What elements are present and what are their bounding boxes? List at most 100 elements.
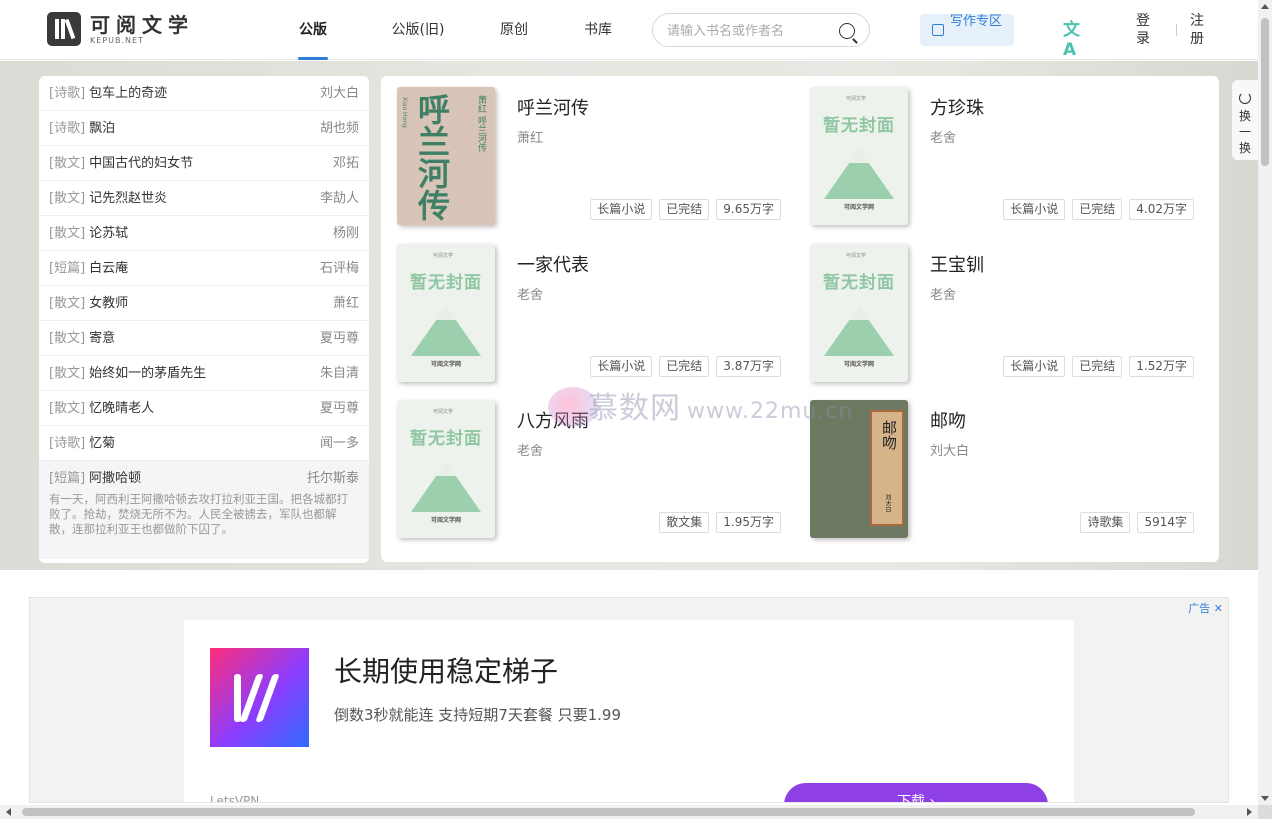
top-header: 可阅文学 KEPUB.NET 公版 公版(旧) 原创 书库 写作专区 文A 登录… bbox=[0, 0, 1258, 60]
book-author[interactable]: 萧红 bbox=[517, 127, 543, 146]
scroll-thumb[interactable] bbox=[22, 808, 1195, 816]
ad-banner[interactable]: 广告 ✕ 长期使用稳定梯子 倒数3秒就能连 支持短期7天套餐 只要1.99 Le… bbox=[29, 597, 1229, 803]
search-input[interactable] bbox=[667, 21, 837, 41]
list-item[interactable]: [短篇] 白云庵 石评梅 bbox=[39, 251, 369, 286]
list-item[interactable]: [诗歌] 包车上的奇迹 刘大白 bbox=[39, 76, 369, 111]
cover-placeholder-text: 暂无封面 bbox=[410, 273, 482, 293]
genre-tag: 长篇小说 bbox=[590, 199, 653, 220]
book-title[interactable]: 邮吻 bbox=[930, 407, 966, 433]
ad-content[interactable]: 长期使用稳定梯子 倒数3秒就能连 支持短期7天套餐 只要1.99 LetsVPN… bbox=[184, 620, 1074, 802]
book-cover[interactable]: 可阅文学 暂无封面 可阅文学网 bbox=[810, 244, 908, 382]
main-nav: 公版 公版(旧) 原创 书库 bbox=[290, 0, 618, 60]
book-title[interactable]: 呼兰河传 bbox=[517, 94, 589, 120]
list-item[interactable]: [诗歌] 忆菊 闻一多 bbox=[39, 426, 369, 461]
genre-tag: 长篇小说 bbox=[1003, 199, 1066, 220]
wordcount-tag: 1.95万字 bbox=[716, 512, 781, 533]
nav-tab-library[interactable]: 书库 bbox=[578, 0, 618, 60]
list-item-author: 胡也频 bbox=[319, 121, 359, 136]
list-item-title: 白云庵 bbox=[89, 261, 129, 276]
scroll-up-icon[interactable] bbox=[1261, 4, 1269, 9]
list-item-category: [短篇] bbox=[49, 261, 86, 276]
list-item-featured[interactable]: [短篇] 阿撒哈顿 托尔斯泰 有一天，阿西利王阿撒哈顿去攻打拉利亚王国。把各城都打败… bbox=[39, 461, 369, 559]
cover-text: 萧红 呼兰河传 bbox=[476, 95, 486, 152]
cover-placeholder-text: 暂无封面 bbox=[410, 429, 482, 449]
list-item-title: 女教师 bbox=[89, 296, 129, 311]
ad-download-button[interactable]: 下载 › bbox=[784, 783, 1048, 802]
cover-footer: 可阅文学网 bbox=[430, 517, 461, 524]
cover-brand: 可阅文学 bbox=[433, 409, 454, 415]
list-item[interactable]: [散文] 忆晚晴老人 夏丏尊 bbox=[39, 391, 369, 426]
book-card[interactable]: 可阅文学 暂无封面 可阅文学网 一家代表 老舍 长篇小说 已完结 3.87万字 bbox=[381, 233, 781, 382]
list-item-category: [短篇] bbox=[49, 471, 86, 486]
book-author[interactable]: 老舍 bbox=[517, 440, 543, 459]
write-zone-button[interactable]: 写作专区 bbox=[920, 14, 1014, 46]
cover-footer: 可阅文学网 bbox=[430, 361, 461, 368]
book-card[interactable]: 邮吻 刘大白 邮吻 刘大白 诗歌集 5914字 bbox=[794, 389, 1194, 538]
list-item-author: 杨刚 bbox=[332, 226, 359, 241]
list-item[interactable]: [散文] 寄意 夏丏尊 bbox=[39, 321, 369, 356]
book-author[interactable]: 老舍 bbox=[930, 284, 956, 303]
watermark: 慕数网 www.22mu.cn bbox=[548, 383, 853, 427]
translate-icon[interactable]: 文A bbox=[1063, 20, 1085, 60]
vertical-scrollbar[interactable] bbox=[1258, 0, 1272, 805]
book-grid: Xiao Hong 呼兰河传 萧红 呼兰河传 呼兰河传 萧红 长篇小说 已完结 … bbox=[381, 76, 1219, 562]
book-cover[interactable]: Xiao Hong 呼兰河传 萧红 呼兰河传 bbox=[397, 87, 495, 225]
login-link[interactable]: 登录 bbox=[1136, 12, 1150, 48]
list-item-category: [散文] bbox=[49, 296, 86, 311]
list-item-category: [诗歌] bbox=[49, 86, 86, 101]
register-link[interactable]: 注册 bbox=[1190, 12, 1204, 48]
book-tags: 长篇小说 已完结 3.87万字 bbox=[583, 356, 781, 377]
list-item-author: 李劼人 bbox=[319, 191, 359, 206]
cover-brand: 可阅文学 bbox=[846, 96, 867, 102]
book-cover[interactable]: 可阅文学 暂无封面 可阅文学网 bbox=[397, 400, 495, 538]
book-title[interactable]: 一家代表 bbox=[517, 251, 589, 277]
list-item-title: 忆菊 bbox=[89, 436, 116, 451]
wordcount-tag: 1.52万字 bbox=[1129, 356, 1194, 377]
book-card[interactable]: 可阅文学 暂无封面 可阅文学网 王宝钏 老舍 长篇小说 已完结 1.52万字 bbox=[794, 233, 1194, 382]
book-tags: 长篇小说 已完结 1.52万字 bbox=[996, 356, 1194, 377]
list-item[interactable]: [散文] 记先烈赵世炎 李劼人 bbox=[39, 181, 369, 216]
list-item[interactable]: [散文] 女教师 萧红 bbox=[39, 286, 369, 321]
list-item[interactable]: [散文] 论苏轼 杨刚 bbox=[39, 216, 369, 251]
refresh-label: 换一换 bbox=[1238, 109, 1251, 155]
book-author[interactable]: 老舍 bbox=[930, 127, 956, 146]
list-item-category: [散文] bbox=[49, 331, 86, 346]
list-item-title: 始终如一的茅盾先生 bbox=[89, 366, 207, 381]
search-icon[interactable] bbox=[839, 23, 855, 39]
scroll-thumb[interactable] bbox=[1261, 18, 1269, 166]
list-item-category: [散文] bbox=[49, 401, 86, 416]
book-author[interactable]: 老舍 bbox=[517, 284, 543, 303]
cover-label: 邮吻 刘大白 bbox=[870, 410, 904, 526]
wordcount-tag: 5914字 bbox=[1137, 512, 1194, 533]
cover-brand: 可阅文学 bbox=[846, 253, 867, 259]
list-item[interactable]: [诗歌] 飘泊 胡也频 bbox=[39, 111, 369, 146]
book-card[interactable]: Xiao Hong 呼兰河传 萧红 呼兰河传 呼兰河传 萧红 长篇小说 已完结 … bbox=[381, 76, 781, 225]
nav-tab-public-old[interactable]: 公版(旧) bbox=[382, 0, 454, 60]
scroll-left-icon[interactable] bbox=[6, 808, 11, 816]
book-cover[interactable]: 可阅文学 暂无封面 可阅文学网 bbox=[810, 87, 908, 225]
book-cover[interactable]: 可阅文学 暂无封面 可阅文学网 bbox=[397, 244, 495, 382]
book-tags: 长篇小说 已完结 4.02万字 bbox=[996, 199, 1194, 220]
horizontal-scrollbar[interactable] bbox=[0, 805, 1258, 819]
list-item-author: 石评梅 bbox=[319, 261, 359, 276]
genre-tag: 长篇小说 bbox=[590, 356, 653, 377]
book-card[interactable]: 可阅文学 暂无封面 可阅文学网 方珍珠 老舍 长篇小说 已完结 4.02万字 bbox=[794, 76, 1194, 225]
nav-tab-public[interactable]: 公版 bbox=[290, 0, 336, 60]
book-title[interactable]: 方珍珠 bbox=[930, 94, 984, 120]
list-item[interactable]: [散文] 中国古代的妇女节 邓拓 bbox=[39, 146, 369, 181]
book-title[interactable]: 王宝钏 bbox=[930, 251, 984, 277]
list-item-author: 托尔斯泰 bbox=[306, 471, 359, 486]
cover-title: 邮吻 bbox=[880, 420, 898, 450]
nav-tab-original[interactable]: 原创 bbox=[494, 0, 534, 60]
refresh-button[interactable]: 换一换 bbox=[1232, 80, 1258, 160]
site-logo[interactable]: 可阅文学 KEPUB.NET bbox=[47, 12, 194, 46]
watermark-url: www.22mu.cn bbox=[687, 399, 854, 424]
book-author[interactable]: 刘大白 bbox=[930, 440, 969, 459]
scroll-right-icon[interactable] bbox=[1247, 808, 1252, 816]
vpn-logo-icon bbox=[210, 648, 309, 747]
cover-footer: 可阅文学网 bbox=[843, 204, 874, 211]
ad-close-mark[interactable]: 广告 ✕ bbox=[1188, 600, 1223, 616]
list-item-author: 刘大白 bbox=[319, 86, 359, 101]
list-item[interactable]: [散文] 始终如一的茅盾先生 朱自清 bbox=[39, 356, 369, 391]
scroll-down-icon[interactable] bbox=[1261, 796, 1269, 801]
